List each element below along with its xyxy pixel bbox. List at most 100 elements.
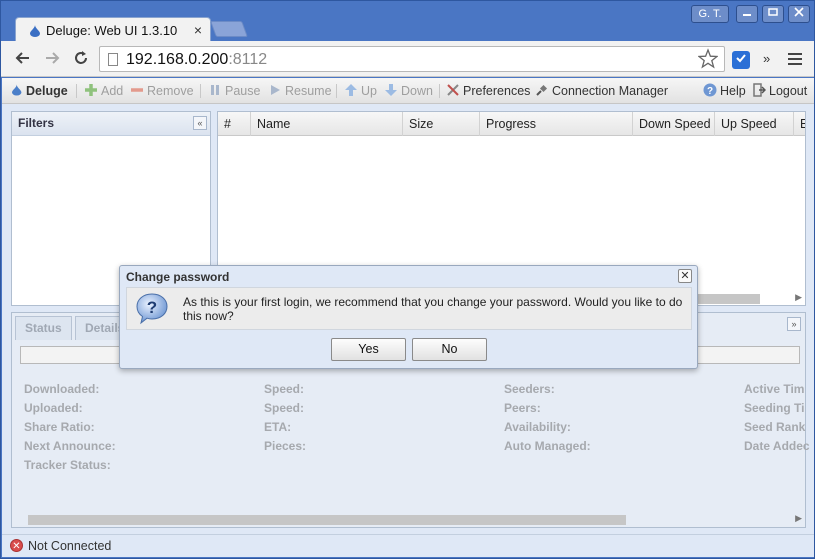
disconnected-icon: ✕ bbox=[10, 539, 23, 552]
forward-arrow-icon bbox=[46, 52, 60, 64]
logout-icon bbox=[753, 83, 766, 97]
minimize-icon bbox=[743, 14, 751, 16]
remove-icon bbox=[131, 88, 143, 92]
logout-button[interactable]: Logout bbox=[752, 83, 807, 99]
uploaded-label: Uploaded: bbox=[24, 401, 83, 415]
help-icon: ? bbox=[703, 83, 717, 97]
plug-icon bbox=[536, 84, 548, 96]
pause-button[interactable]: Pause bbox=[208, 83, 260, 99]
bookmark-star-icon[interactable] bbox=[698, 48, 718, 70]
active-time-label: Active Tim bbox=[744, 382, 805, 396]
dialog-close-icon[interactable]: ✕ bbox=[678, 269, 692, 283]
back-button[interactable] bbox=[13, 49, 33, 69]
column-header-up-speed[interactable]: Up Speed bbox=[715, 112, 794, 136]
new-tab-button[interactable] bbox=[210, 21, 248, 37]
grid-header: # Name Size Progress Down Speed Up Speed… bbox=[218, 112, 805, 136]
seeders-label: Seeders: bbox=[504, 382, 555, 396]
resume-button[interactable]: Resume bbox=[268, 83, 332, 99]
tab-strip: Deluge: Web UI 1.3.10 × G. T. bbox=[1, 1, 815, 43]
tab-status[interactable]: Status bbox=[15, 316, 72, 340]
column-header-eta[interactable]: E bbox=[794, 112, 805, 136]
eta-label: ETA: bbox=[264, 420, 292, 434]
close-window-button[interactable] bbox=[788, 5, 810, 23]
svg-text:?: ? bbox=[707, 86, 713, 97]
browser-tab[interactable]: Deluge: Web UI 1.3.10 × bbox=[15, 17, 211, 43]
minimize-button[interactable] bbox=[736, 5, 758, 23]
page-icon bbox=[108, 53, 118, 66]
download-speed-label: Speed: bbox=[264, 382, 305, 396]
reload-icon bbox=[75, 51, 87, 64]
url-text: 192.168.0.200:8112 bbox=[126, 51, 268, 68]
maximize-icon bbox=[768, 8, 778, 16]
connection-manager-button[interactable]: Connection Manager bbox=[535, 83, 668, 99]
collapse-down-icon[interactable]: » bbox=[787, 317, 801, 331]
up-arrow-icon bbox=[345, 84, 357, 96]
tab-title: Deluge: Web UI 1.3.10 bbox=[46, 23, 178, 38]
wrench-screwdriver-icon bbox=[447, 84, 459, 96]
toolbar-separator bbox=[200, 84, 201, 98]
toolbar-separator bbox=[76, 84, 77, 98]
reload-button[interactable] bbox=[71, 49, 91, 69]
tab-close-icon[interactable]: × bbox=[194, 22, 202, 38]
browser-window: Deluge: Web UI 1.3.10 × G. T. 192.168.0.… bbox=[0, 0, 815, 559]
filters-header: Filters bbox=[12, 112, 210, 136]
upload-speed-label: Speed: bbox=[264, 401, 305, 415]
extension-icon[interactable] bbox=[732, 51, 750, 69]
column-header-name[interactable]: Name bbox=[251, 112, 403, 136]
address-bar[interactable]: 192.168.0.200:8112 bbox=[99, 46, 725, 72]
next-announce-label: Next Announce: bbox=[24, 439, 116, 453]
no-button[interactable]: No bbox=[412, 338, 487, 361]
filters-title: Filters bbox=[18, 116, 55, 130]
share-ratio-label: Share Ratio: bbox=[24, 420, 95, 434]
seeding-time-label: Seeding Ti bbox=[744, 401, 805, 415]
play-icon bbox=[271, 85, 280, 95]
browser-toolbar: 192.168.0.200:8112 » bbox=[1, 41, 814, 77]
date-added-label: Date Addec bbox=[744, 439, 810, 453]
connection-status: Not Connected bbox=[28, 539, 112, 553]
add-button[interactable]: Add bbox=[84, 83, 123, 99]
status-bar: ✕ Not Connected bbox=[2, 534, 814, 557]
column-header-size[interactable]: Size bbox=[403, 112, 480, 136]
down-button[interactable]: Down bbox=[384, 83, 433, 99]
dialog-body: ? As this is your first login, we recomm… bbox=[126, 287, 692, 330]
forward-button[interactable] bbox=[42, 49, 62, 69]
column-header-index[interactable]: # bbox=[218, 112, 251, 136]
svg-text:?: ? bbox=[147, 298, 157, 317]
seed-rank-label: Seed Rank bbox=[744, 420, 806, 434]
pause-icon bbox=[211, 85, 219, 95]
yes-button[interactable]: Yes bbox=[331, 338, 406, 361]
toolbar-separator bbox=[336, 84, 337, 98]
dialog-title: Change password bbox=[126, 270, 230, 284]
column-header-progress[interactable]: Progress bbox=[480, 112, 633, 136]
change-password-dialog: Change password ✕ ? As this is your firs… bbox=[119, 265, 698, 369]
down-arrow-icon bbox=[385, 84, 397, 96]
details-horizontal-scrollbar[interactable] bbox=[28, 515, 626, 525]
column-header-down-speed[interactable]: Down Speed bbox=[633, 112, 715, 136]
back-arrow-icon bbox=[15, 52, 29, 64]
tracker-status-label: Tracker Status: bbox=[24, 458, 111, 472]
maximize-button[interactable] bbox=[762, 5, 784, 23]
toolbar-separator bbox=[439, 84, 440, 98]
deluge-favicon-icon bbox=[30, 25, 40, 37]
add-icon bbox=[85, 84, 97, 96]
extensions-overflow-icon[interactable]: » bbox=[763, 51, 770, 66]
user-badge[interactable]: G. T. bbox=[691, 5, 729, 23]
browser-menu-icon[interactable] bbox=[788, 53, 802, 65]
pieces-label: Pieces: bbox=[264, 439, 307, 453]
scroll-right-icon[interactable]: ▶ bbox=[795, 292, 802, 303]
availability-label: Availability: bbox=[504, 420, 571, 434]
deluge-menu-button[interactable]: Deluge bbox=[12, 83, 68, 99]
downloaded-label: Downloaded: bbox=[24, 382, 100, 396]
deluge-toolbar: Deluge Add Remove Pause Resume Up Down P… bbox=[2, 78, 814, 104]
dialog-message: As this is your first login, we recommen… bbox=[183, 295, 683, 323]
collapse-left-icon[interactable]: « bbox=[193, 116, 207, 130]
checkmark-icon bbox=[736, 54, 746, 63]
up-button[interactable]: Up bbox=[344, 83, 377, 99]
help-button[interactable]: ? Help bbox=[703, 83, 746, 99]
preferences-button[interactable]: Preferences bbox=[446, 83, 530, 99]
auto-managed-label: Auto Managed: bbox=[504, 439, 591, 453]
remove-button[interactable]: Remove bbox=[130, 83, 194, 99]
peers-label: Peers: bbox=[504, 401, 541, 415]
scroll-right-icon[interactable]: ▶ bbox=[795, 513, 802, 524]
close-icon bbox=[794, 7, 804, 17]
